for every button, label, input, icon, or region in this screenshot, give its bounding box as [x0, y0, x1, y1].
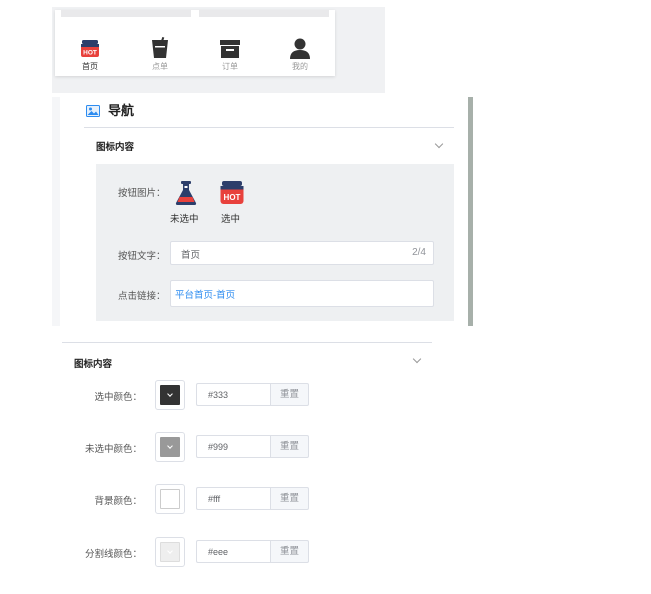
divider-color-row: 分割线颜色： #eee 重置 — [62, 537, 362, 567]
color-label: 选中颜色： — [94, 392, 142, 403]
selected-caption: 选中 — [221, 214, 241, 225]
chevron-down-icon — [167, 391, 173, 397]
color-swatch — [160, 489, 180, 509]
char-counter: 2/4 — [412, 247, 426, 258]
divider — [62, 342, 432, 343]
chevron-down-icon — [167, 443, 173, 449]
preview-tabbar: HOT 首页 点单 订单 我的 — [55, 24, 335, 76]
chevron-down-icon — [167, 548, 173, 554]
color-swatch — [160, 385, 180, 405]
preview-tab-order-food[interactable]: 点单 — [125, 24, 195, 76]
button-text-label: 按钮文字： — [118, 251, 166, 262]
color-collapse-header[interactable]: 图标内容 — [62, 352, 432, 372]
hex-input[interactable]: #fff — [196, 487, 270, 510]
button-image-label: 按钮图片： — [118, 188, 166, 199]
archive-icon — [219, 33, 241, 59]
color-label: 背景颜色： — [94, 496, 142, 507]
background-color-row: 背景颜色： #fff 重置 — [62, 484, 362, 514]
reset-button[interactable]: 重置 — [270, 487, 309, 510]
link-label: 点击链接： — [118, 291, 166, 302]
chevron-down-icon — [412, 354, 422, 364]
unselected-color-row: 未选中颜色： #999 重置 — [62, 432, 362, 462]
icon-content-body: 按钮图片： 未选中 HOT 选中 按钮文字： 首页 2/4 点击链接： 平台首页… — [96, 164, 454, 321]
color-picker[interactable] — [155, 484, 185, 514]
section-title: 图标内容 — [74, 359, 113, 370]
preview-content-strip — [199, 10, 329, 17]
hot-icon: HOT — [220, 181, 244, 204]
hex-input[interactable]: #999 — [196, 435, 270, 458]
button-text-input[interactable]: 首页 2/4 — [170, 241, 434, 265]
section-title: 图标内容 — [96, 142, 135, 153]
nav-panel-title: 导航 — [108, 103, 135, 118]
selected-image-picker[interactable]: HOT — [217, 179, 247, 207]
hex-input[interactable]: #eee — [196, 540, 270, 563]
divider — [84, 127, 454, 128]
tabbar-preview: HOT 首页 点单 订单 我的 — [55, 10, 335, 76]
hex-input[interactable]: #333 — [196, 383, 270, 406]
link-value: 平台首页-首页 — [175, 290, 236, 301]
user-icon — [289, 33, 311, 59]
selected-color-row: 选中颜色： #333 重置 — [62, 380, 362, 410]
preview-tab-home[interactable]: HOT 首页 — [55, 24, 125, 76]
preview-tab-orders[interactable]: 订单 — [195, 24, 265, 76]
cup-icon — [150, 33, 170, 59]
icon-content-collapse-header[interactable]: 图标内容 — [84, 135, 454, 159]
unselected-image-picker[interactable] — [171, 179, 201, 207]
preview-tab-label: 首页 — [82, 62, 98, 71]
button-text-value: 首页 — [181, 250, 201, 261]
preview-tab-label: 点单 — [152, 62, 168, 71]
reset-button[interactable]: 重置 — [270, 540, 309, 563]
color-label: 未选中颜色： — [84, 444, 142, 455]
hot-icon: HOT — [80, 33, 100, 59]
unselected-caption: 未选中 — [170, 214, 199, 225]
panel-scrollbar[interactable] — [468, 97, 473, 326]
color-picker[interactable] — [155, 432, 185, 462]
color-label: 分割线颜色： — [84, 549, 142, 560]
link-selector[interactable]: 平台首页-首页 — [170, 280, 434, 307]
svg-text:HOT: HOT — [224, 193, 241, 202]
chevron-down-icon — [434, 139, 444, 149]
reset-button[interactable]: 重置 — [270, 383, 309, 406]
color-swatch — [160, 542, 180, 562]
reset-button[interactable]: 重置 — [270, 435, 309, 458]
color-swatch — [160, 437, 180, 457]
preview-content-strip — [61, 10, 191, 17]
color-picker[interactable] — [155, 537, 185, 567]
color-picker[interactable] — [155, 380, 185, 410]
image-icon — [86, 104, 100, 122]
svg-text:HOT: HOT — [83, 50, 97, 57]
preview-tab-mine[interactable]: 我的 — [265, 24, 335, 76]
preview-tab-label: 我的 — [292, 62, 308, 71]
flask-icon — [175, 181, 197, 205]
preview-tab-label: 订单 — [222, 62, 238, 71]
